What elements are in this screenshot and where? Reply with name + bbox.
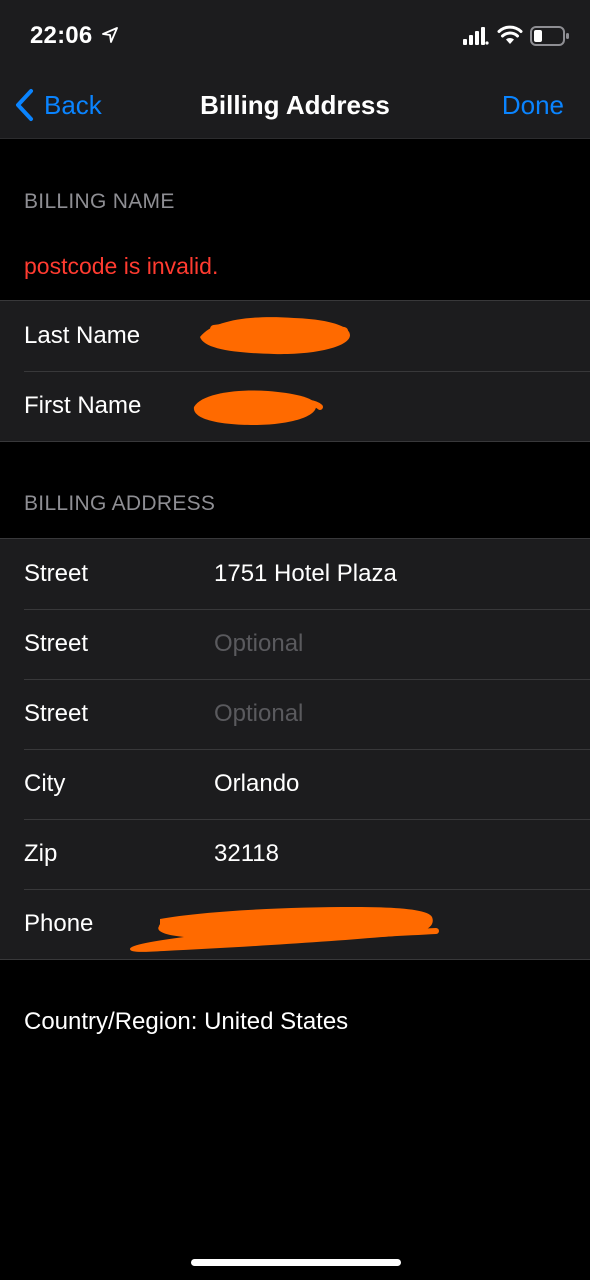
billing-name-group: Last Name First Name bbox=[0, 300, 590, 442]
status-bar: 22:06 bbox=[0, 0, 590, 68]
street-field-2[interactable] bbox=[214, 630, 554, 658]
status-time: 22:06 bbox=[30, 22, 93, 49]
home-indicator[interactable] bbox=[191, 1259, 401, 1266]
street-label: Street bbox=[24, 630, 89, 657]
signal-icon bbox=[463, 27, 489, 45]
wifi-icon bbox=[497, 25, 523, 44]
city-field[interactable] bbox=[214, 770, 554, 798]
zip-label: Zip bbox=[24, 840, 58, 867]
billing-address-header: BILLING ADDRESS bbox=[24, 492, 216, 515]
billing-name-header: BILLING NAME bbox=[24, 190, 175, 213]
zip-field[interactable] bbox=[214, 840, 554, 868]
phone-row[interactable]: Phone bbox=[0, 889, 590, 959]
location-arrow-icon bbox=[102, 27, 118, 43]
street-field-3[interactable] bbox=[214, 700, 554, 728]
error-message: postcode is invalid. bbox=[24, 253, 219, 279]
phone-label: Phone bbox=[24, 910, 94, 937]
redaction-scribble bbox=[193, 390, 323, 425]
street-label: Street bbox=[24, 560, 89, 587]
street-field-1[interactable] bbox=[214, 560, 554, 588]
zip-row[interactable]: Zip bbox=[0, 819, 590, 889]
done-button[interactable]: Done bbox=[502, 90, 564, 121]
redaction-scribble bbox=[130, 907, 439, 952]
battery-icon bbox=[530, 26, 569, 46]
city-label: City bbox=[24, 770, 66, 797]
street-row-1[interactable]: Street bbox=[0, 539, 590, 609]
street-row-3[interactable]: Street bbox=[0, 679, 590, 749]
city-row[interactable]: City bbox=[0, 749, 590, 819]
street-label: Street bbox=[24, 700, 89, 727]
last-name-label: Last Name bbox=[24, 322, 141, 349]
first-name-label: First Name bbox=[24, 392, 142, 419]
street-row-2[interactable]: Street bbox=[0, 609, 590, 679]
nav-bar: Back Billing Address Done bbox=[0, 68, 590, 139]
last-name-row[interactable]: Last Name bbox=[0, 301, 590, 371]
redaction-scribble bbox=[200, 317, 350, 355]
billing-address-group: Street Street Street City Zip Phone bbox=[0, 538, 590, 960]
first-name-row[interactable]: First Name bbox=[0, 371, 590, 441]
country-region-selector[interactable]: Country/Region: United States bbox=[24, 1008, 348, 1036]
